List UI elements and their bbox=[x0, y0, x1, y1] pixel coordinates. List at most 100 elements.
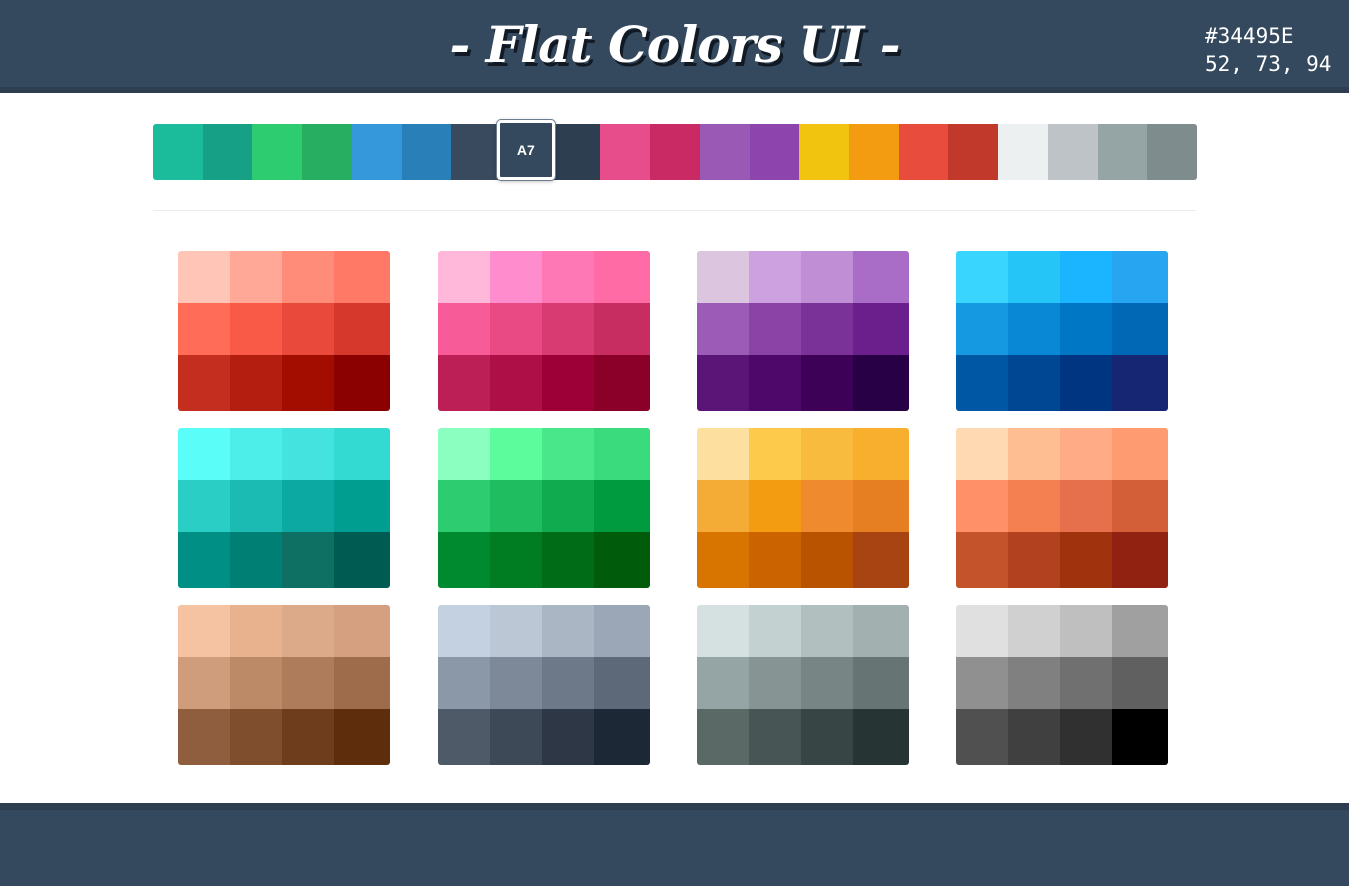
palette-swatch[interactable] bbox=[749, 124, 800, 180]
shade-swatch[interactable] bbox=[178, 355, 230, 411]
shade-swatch[interactable] bbox=[1112, 480, 1168, 532]
shade-swatch[interactable] bbox=[178, 251, 230, 303]
shade-swatch[interactable] bbox=[749, 532, 801, 588]
shade-swatch[interactable] bbox=[438, 428, 490, 480]
palette-swatch[interactable] bbox=[998, 124, 1048, 180]
shade-swatch[interactable] bbox=[1060, 480, 1112, 532]
shade-swatch[interactable] bbox=[230, 251, 282, 303]
shade-swatch[interactable] bbox=[853, 605, 909, 657]
palette-swatch[interactable] bbox=[252, 124, 303, 180]
shade-swatch[interactable] bbox=[542, 709, 594, 765]
shade-swatch[interactable] bbox=[490, 251, 542, 303]
shade-swatch[interactable] bbox=[1008, 355, 1060, 411]
shade-swatch[interactable] bbox=[956, 303, 1008, 355]
shade-swatch[interactable] bbox=[594, 657, 650, 709]
shade-swatch[interactable] bbox=[1060, 428, 1112, 480]
palette-swatch[interactable] bbox=[302, 124, 352, 180]
shade-swatch[interactable] bbox=[1112, 605, 1168, 657]
shade-swatch[interactable] bbox=[594, 428, 650, 480]
palette-swatch[interactable] bbox=[600, 124, 651, 180]
palette-swatch[interactable] bbox=[351, 124, 402, 180]
shade-swatch[interactable] bbox=[956, 428, 1008, 480]
shade-swatch[interactable] bbox=[801, 428, 853, 480]
shade-swatch[interactable] bbox=[438, 303, 490, 355]
shade-swatch[interactable] bbox=[956, 605, 1008, 657]
shade-swatch[interactable] bbox=[542, 303, 594, 355]
palette-swatch[interactable] bbox=[153, 124, 203, 180]
shade-swatch[interactable] bbox=[801, 303, 853, 355]
shade-swatch[interactable] bbox=[438, 251, 490, 303]
shade-swatch[interactable] bbox=[334, 251, 390, 303]
shade-swatch[interactable] bbox=[697, 657, 749, 709]
shade-swatch[interactable] bbox=[334, 709, 390, 765]
shade-swatch[interactable] bbox=[282, 657, 334, 709]
shade-swatch[interactable] bbox=[956, 251, 1008, 303]
shade-swatch[interactable] bbox=[749, 303, 801, 355]
shade-swatch[interactable] bbox=[178, 532, 230, 588]
shade-swatch[interactable] bbox=[542, 355, 594, 411]
shade-swatch[interactable] bbox=[956, 532, 1008, 588]
shade-swatch[interactable] bbox=[749, 657, 801, 709]
shade-swatch[interactable] bbox=[749, 355, 801, 411]
shade-swatch[interactable] bbox=[956, 355, 1008, 411]
shade-swatch[interactable] bbox=[1060, 605, 1112, 657]
shade-swatch[interactable] bbox=[1112, 532, 1168, 588]
shade-swatch[interactable] bbox=[230, 657, 282, 709]
shade-swatch[interactable] bbox=[282, 605, 334, 657]
shade-swatch[interactable] bbox=[801, 480, 853, 532]
shade-swatch[interactable] bbox=[334, 605, 390, 657]
shade-swatch[interactable] bbox=[853, 480, 909, 532]
shade-swatch[interactable] bbox=[438, 532, 490, 588]
shade-swatch[interactable] bbox=[1112, 251, 1168, 303]
shade-swatch[interactable] bbox=[490, 657, 542, 709]
shade-swatch[interactable] bbox=[282, 251, 334, 303]
shade-swatch[interactable] bbox=[230, 605, 282, 657]
shade-swatch[interactable] bbox=[542, 657, 594, 709]
shade-swatch[interactable] bbox=[594, 251, 650, 303]
shade-swatch[interactable] bbox=[490, 605, 542, 657]
shade-swatch[interactable] bbox=[282, 480, 334, 532]
shade-swatch[interactable] bbox=[438, 709, 490, 765]
palette-swatch[interactable] bbox=[948, 124, 999, 180]
shade-swatch[interactable] bbox=[178, 657, 230, 709]
shade-swatch[interactable] bbox=[1112, 709, 1168, 765]
shade-swatch[interactable] bbox=[438, 657, 490, 709]
shade-swatch[interactable] bbox=[178, 709, 230, 765]
shade-swatch[interactable] bbox=[749, 480, 801, 532]
shade-swatch[interactable] bbox=[1112, 657, 1168, 709]
shade-swatch[interactable] bbox=[594, 355, 650, 411]
palette-swatch[interactable] bbox=[202, 124, 253, 180]
shade-swatch[interactable] bbox=[956, 480, 1008, 532]
shade-swatch[interactable] bbox=[334, 303, 390, 355]
shade-swatch[interactable] bbox=[230, 303, 282, 355]
shade-swatch[interactable] bbox=[697, 605, 749, 657]
shade-swatch[interactable] bbox=[594, 605, 650, 657]
shade-swatch[interactable] bbox=[282, 532, 334, 588]
shade-swatch[interactable] bbox=[178, 428, 230, 480]
shade-swatch[interactable] bbox=[697, 428, 749, 480]
shade-swatch[interactable] bbox=[749, 605, 801, 657]
palette-swatch[interactable] bbox=[699, 124, 750, 180]
shade-swatch[interactable] bbox=[230, 709, 282, 765]
shade-swatch[interactable] bbox=[230, 428, 282, 480]
palette-swatch[interactable] bbox=[848, 124, 899, 180]
shade-swatch[interactable] bbox=[490, 480, 542, 532]
shade-swatch[interactable] bbox=[334, 428, 390, 480]
shade-swatch[interactable] bbox=[490, 709, 542, 765]
shade-swatch[interactable] bbox=[1060, 355, 1112, 411]
shade-swatch[interactable] bbox=[1060, 303, 1112, 355]
shade-swatch[interactable] bbox=[334, 355, 390, 411]
shade-swatch[interactable] bbox=[801, 657, 853, 709]
shade-swatch[interactable] bbox=[438, 355, 490, 411]
shade-swatch[interactable] bbox=[490, 355, 542, 411]
shade-swatch[interactable] bbox=[749, 709, 801, 765]
shade-swatch[interactable] bbox=[1008, 480, 1060, 532]
shade-swatch[interactable] bbox=[1060, 657, 1112, 709]
shade-swatch[interactable] bbox=[230, 355, 282, 411]
shade-swatch[interactable] bbox=[697, 355, 749, 411]
shade-swatch[interactable] bbox=[1112, 303, 1168, 355]
shade-swatch[interactable] bbox=[594, 480, 650, 532]
shade-swatch[interactable] bbox=[801, 709, 853, 765]
shade-swatch[interactable] bbox=[542, 480, 594, 532]
shade-swatch[interactable] bbox=[853, 251, 909, 303]
